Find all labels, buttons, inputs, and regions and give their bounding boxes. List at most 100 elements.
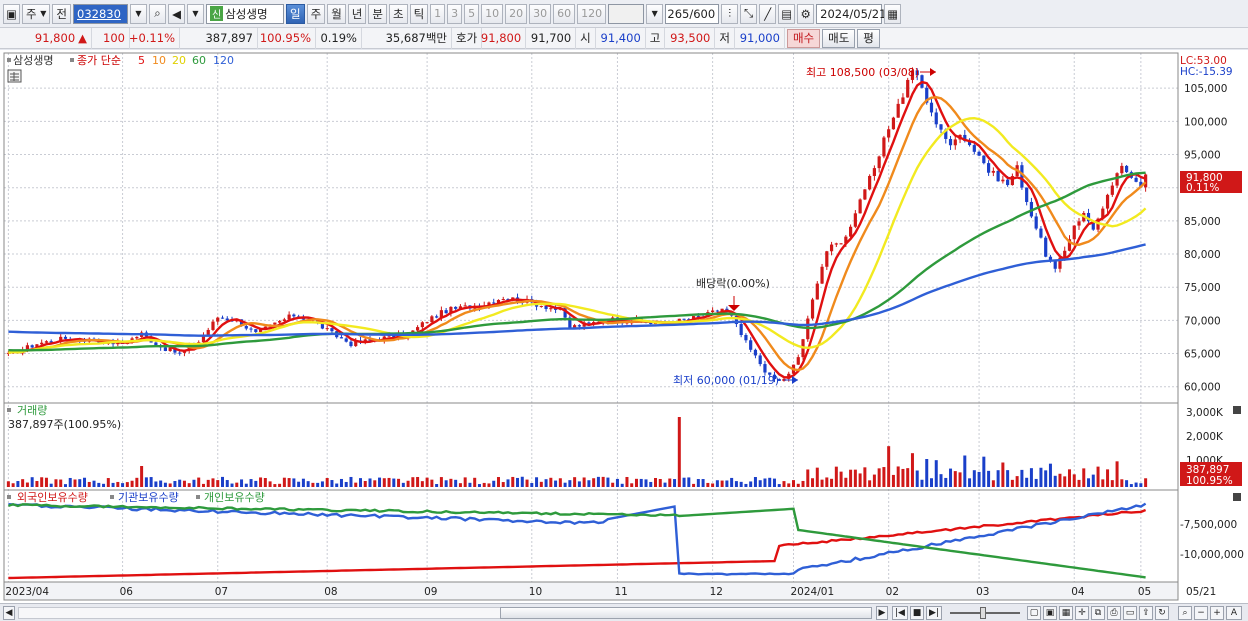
- volume-bar: [634, 478, 638, 487]
- grid-icon[interactable]: ▦: [1059, 606, 1073, 620]
- date-input[interactable]: 2024/05/21: [816, 3, 886, 24]
- volume-bar: [825, 477, 829, 487]
- holdings-close-icon[interactable]: [1233, 493, 1241, 501]
- interval-1[interactable]: 1: [430, 3, 446, 24]
- volume-bar: [730, 477, 734, 487]
- hoga-label: 호가: [452, 27, 483, 49]
- candle-body: [753, 349, 758, 356]
- interval-120[interactable]: 120: [577, 3, 607, 24]
- interval-dropdown-icon[interactable]: ▼: [646, 3, 664, 24]
- code-dropdown-icon[interactable]: ▼: [130, 3, 147, 24]
- interval-3[interactable]: 3: [447, 3, 463, 24]
- stock-code-input[interactable]: 032830: [73, 3, 128, 24]
- interval-20[interactable]: 20: [505, 3, 528, 24]
- window-icon[interactable]: ▢: [1027, 606, 1041, 620]
- save-icon[interactable]: ▤: [778, 3, 796, 24]
- refresh-icon[interactable]: ↻: [1155, 606, 1169, 620]
- buy-button[interactable]: 매수: [786, 28, 821, 48]
- volume-bar: [520, 476, 524, 487]
- tab-weekly[interactable]: 주: [306, 3, 326, 24]
- export-icon[interactable]: ⇪: [1139, 606, 1153, 620]
- interval-60[interactable]: 60: [553, 3, 576, 24]
- nav-last-button[interactable]: ▶|: [926, 606, 942, 620]
- speaker-icon[interactable]: ◀: [168, 3, 185, 24]
- speaker-menu-icon[interactable]: ▼: [187, 3, 204, 24]
- nav-first-button[interactable]: |◀: [892, 606, 908, 620]
- candle-body: [415, 327, 420, 331]
- market-select[interactable]: 주 ▼: [22, 3, 51, 24]
- date-axis-band: [3, 581, 1179, 601]
- volume-bar: [496, 477, 500, 487]
- volume-bar: [896, 466, 900, 487]
- volume-bar: [1129, 484, 1133, 487]
- current-price-tag-rate: 0.11%: [1186, 182, 1219, 194]
- volume-bar: [1120, 479, 1124, 487]
- volume-close-icon[interactable]: [1233, 406, 1241, 414]
- volume-bar: [92, 480, 96, 487]
- legend-ma120: 120: [213, 54, 234, 67]
- price-tick-label: 85,000: [1184, 216, 1221, 228]
- custom-interval-input[interactable]: [608, 3, 645, 24]
- prev-button[interactable]: 전: [52, 3, 71, 24]
- image-icon[interactable]: ▭: [1123, 606, 1137, 620]
- search-icon[interactable]: ⌕: [149, 3, 166, 24]
- volume-bar: [692, 483, 696, 487]
- count-input[interactable]: 265/600: [665, 3, 720, 24]
- scroll-right-icon[interactable]: ▶: [876, 606, 888, 620]
- tab-yearly[interactable]: 년: [347, 3, 367, 24]
- volume-bar: [1144, 478, 1148, 487]
- copy-icon[interactable]: ⧉: [1091, 606, 1105, 620]
- interval-5[interactable]: 5: [464, 3, 480, 24]
- average-button[interactable]: 평: [857, 28, 880, 48]
- volume-bar: [1082, 468, 1086, 487]
- interval-30[interactable]: 30: [529, 3, 552, 24]
- candle-body: [1063, 250, 1067, 258]
- candle-body: [982, 155, 986, 164]
- volume-bar: [768, 477, 772, 487]
- zoom-slider-handle[interactable]: [980, 607, 986, 619]
- volume-bar: [201, 483, 205, 487]
- volume-bar: [996, 470, 1000, 487]
- quote-bar: 91,800 ▲ 100 +0.11% 387,897 100.95% 0.19%…: [0, 27, 1248, 49]
- scroll-thumb[interactable]: [500, 607, 872, 619]
- print-icon[interactable]: ⎙: [1107, 606, 1121, 620]
- candle-body: [1034, 216, 1038, 229]
- tab-tick[interactable]: 틱: [409, 3, 429, 24]
- calendar-icon[interactable]: ▦: [884, 3, 902, 24]
- zoom-in-icon[interactable]: +: [1210, 606, 1224, 620]
- volume-bar: [68, 477, 72, 487]
- zoom-search-icon[interactable]: ⌕: [1178, 606, 1192, 620]
- crosshair-icon[interactable]: ✛: [1075, 606, 1089, 620]
- window2-icon[interactable]: ▣: [1043, 606, 1057, 620]
- sell-button[interactable]: 매도: [822, 28, 856, 48]
- tab-minute[interactable]: 분: [368, 3, 387, 24]
- layout-icon[interactable]: ▣: [3, 3, 20, 24]
- candle-body: [934, 112, 938, 125]
- legend-ma20: 20: [172, 54, 186, 67]
- volume-bar: [230, 483, 234, 487]
- interval-10[interactable]: 10: [481, 3, 504, 24]
- volume-bar: [601, 476, 605, 487]
- zoom-out-icon[interactable]: −: [1194, 606, 1208, 620]
- volume-bar: [511, 476, 515, 487]
- gear-icon[interactable]: ⚙: [797, 3, 815, 24]
- scroll-track[interactable]: [18, 607, 502, 619]
- indicator-icon[interactable]: ⤡: [740, 3, 758, 24]
- volume-bar: [563, 482, 567, 487]
- tab-monthly[interactable]: 월: [327, 3, 346, 24]
- volume-bar: [444, 480, 448, 487]
- nav-stop-button[interactable]: ■: [910, 606, 924, 620]
- volume-bar: [953, 471, 957, 487]
- volume-bar: [530, 483, 534, 487]
- font-size-icon[interactable]: A: [1226, 606, 1242, 620]
- tab-daily[interactable]: 일: [286, 3, 305, 24]
- scroll-left-icon[interactable]: ◀: [3, 606, 15, 620]
- stock-chart[interactable]: 105,000100,00095,00090,00085,00080,00075…: [0, 50, 1248, 603]
- volume-bar: [1125, 480, 1129, 487]
- price-tick-label: 80,000: [1184, 249, 1221, 261]
- draw-icon[interactable]: ╱: [759, 3, 777, 24]
- tab-second[interactable]: 초: [388, 3, 408, 24]
- candle-type-icon[interactable]: ⫶: [721, 3, 739, 24]
- volume-bar: [615, 478, 619, 487]
- volume-bar: [796, 483, 800, 487]
